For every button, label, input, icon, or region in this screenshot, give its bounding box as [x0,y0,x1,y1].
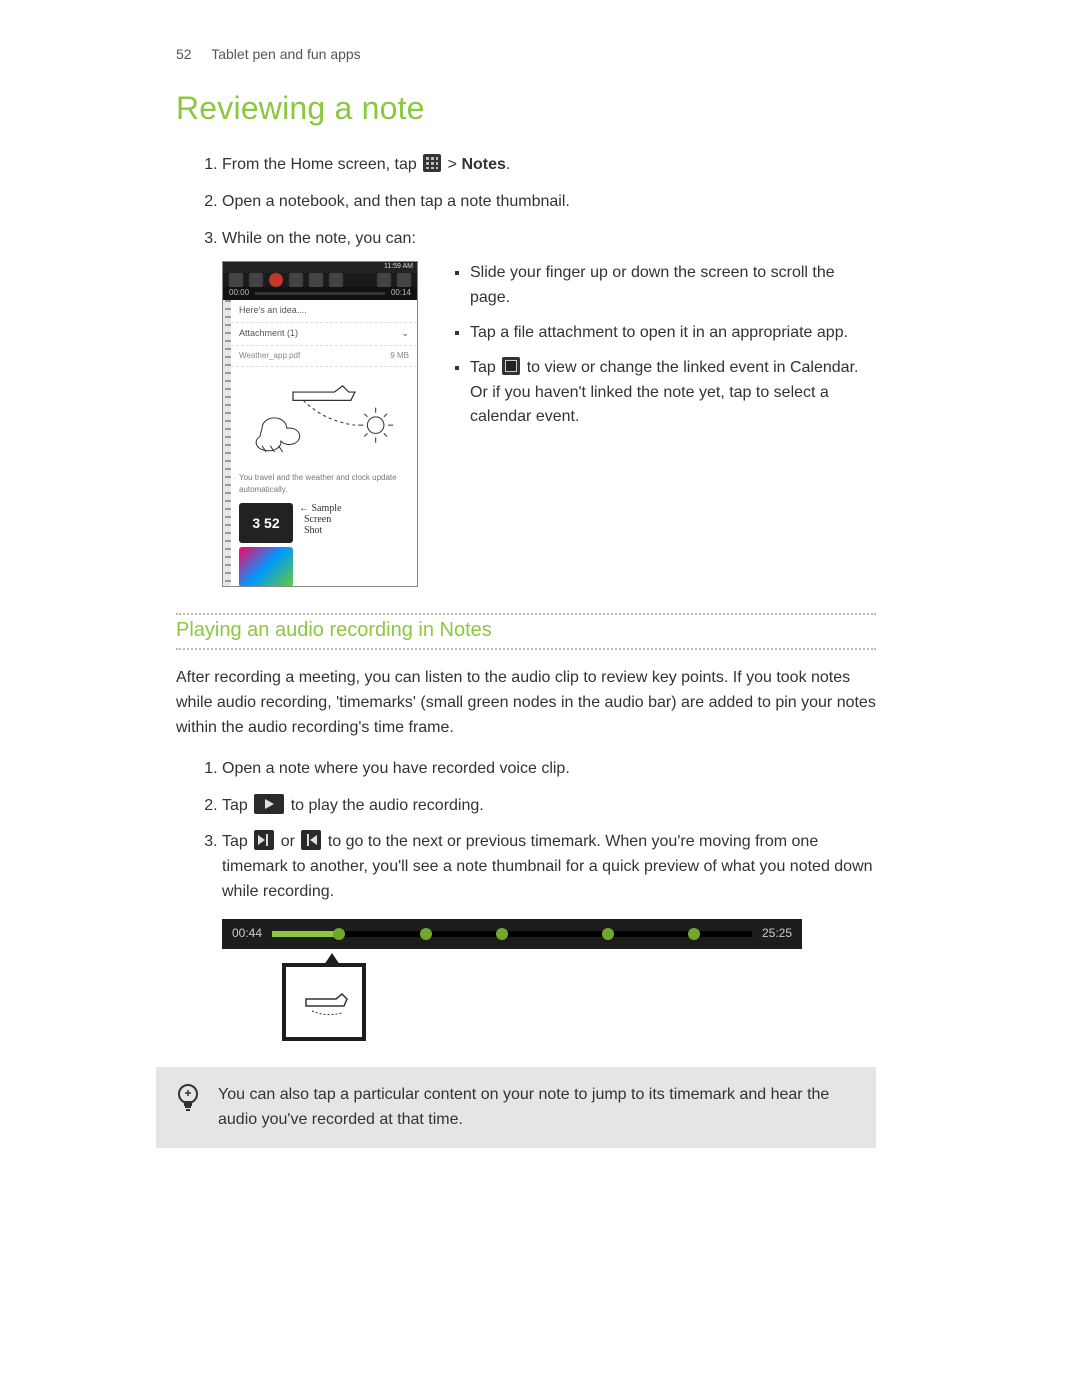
play-step-1: Open a note where you have recorded voic… [222,757,876,782]
bullet-attachment: Tap a file attachment to open it in an a… [470,321,876,346]
calendar-link-icon [502,357,520,375]
phone-status-bar: 11:59 AM [223,262,417,273]
bullet-calendar: Tap to view or change the linked event i… [470,356,876,430]
audio-track [272,931,752,937]
step-3: While on the note, you can: 11:59 AM [222,227,876,588]
audio-time-left: 00:44 [232,924,262,943]
timemark-node [333,928,345,940]
note-attachment-header: Attachment (1)⌄ [231,323,417,346]
clock-widget: 3 52 [239,503,293,543]
phone-note-body: Here's an idea.... Attachment (1)⌄ Weath… [223,300,417,588]
step-1: From the Home screen, tap > Notes. [222,153,876,178]
phone-toolbar [223,273,417,287]
timemark-thumbnail [282,963,366,1041]
step3-bullets: Slide your finger up or down the screen … [448,261,876,587]
section-separator [176,648,876,650]
header-section: Tablet pen and fun apps [211,46,360,62]
phone-screenshot: 11:59 AM 00:00 [222,261,418,587]
next-timemark-icon [254,830,274,850]
tip-callout: You can also tap a particular content on… [156,1067,876,1149]
play-button-icon [254,794,284,814]
step3-content-row: 11:59 AM 00:00 [222,261,876,587]
record-icon [269,273,283,287]
apps-grid-icon [423,154,441,172]
phone-progress-bar: 00:00 00:14 [223,287,417,299]
audio-time-right: 25:25 [762,924,792,943]
handwritten-label: ← Sample Screen Shot [299,503,342,536]
prev-timemark-icon [301,830,321,850]
calendar-icon [377,273,391,287]
toolbar-btn [249,273,263,287]
section-heading: Playing an audio recording in Notes [176,619,876,642]
audio-played-segment [272,931,339,937]
section-separator [176,613,876,615]
running-header: 52 Tablet pen and fun apps [176,46,876,62]
bullet-scroll: Slide your finger up or down the screen … [470,261,876,311]
play-icon [309,273,323,287]
next-icon [329,273,343,287]
section-intro: After recording a meeting, you can liste… [176,666,876,740]
timeline-figure: 00:44 25:25 [222,919,802,1041]
note-widget-row: 3 52 ← Sample Screen Shot [231,499,417,587]
note-caption: You travel and the weather and clock upd… [231,469,417,500]
playback-steps-list: Open a note where you have recorded voic… [176,757,876,1041]
timemark-node [688,928,700,940]
note-sketch [231,367,417,469]
lightbulb-icon [176,1083,200,1115]
tip-text: You can also tap a particular content on… [218,1083,856,1133]
prev-icon [289,273,303,287]
audio-progress-bar: 00:44 25:25 [222,919,802,949]
timemark-node [602,928,614,940]
page-title: Reviewing a note [176,90,876,127]
document-page: 52 Tablet pen and fun apps Reviewing a n… [176,46,876,1148]
timemark-node [420,928,432,940]
play-step-3: Tap or to go to the next or previous tim… [222,830,876,1040]
page-number: 52 [176,46,192,62]
notes-app-name: Notes [461,156,505,173]
play-step-2: Tap to play the audio recording. [222,794,876,819]
note-attachment-file: Weather_app.pdf 9 MB [231,346,417,367]
menu-icon [397,273,411,287]
note-idea-line: Here's an idea.... [231,300,417,323]
timemark-node [496,928,508,940]
step-2: Open a notebook, and then tap a note thu… [222,190,876,215]
toolbar-btn [229,273,243,287]
review-steps-list: From the Home screen, tap > Notes. Open … [176,153,876,587]
homescreen-thumb [239,547,293,587]
